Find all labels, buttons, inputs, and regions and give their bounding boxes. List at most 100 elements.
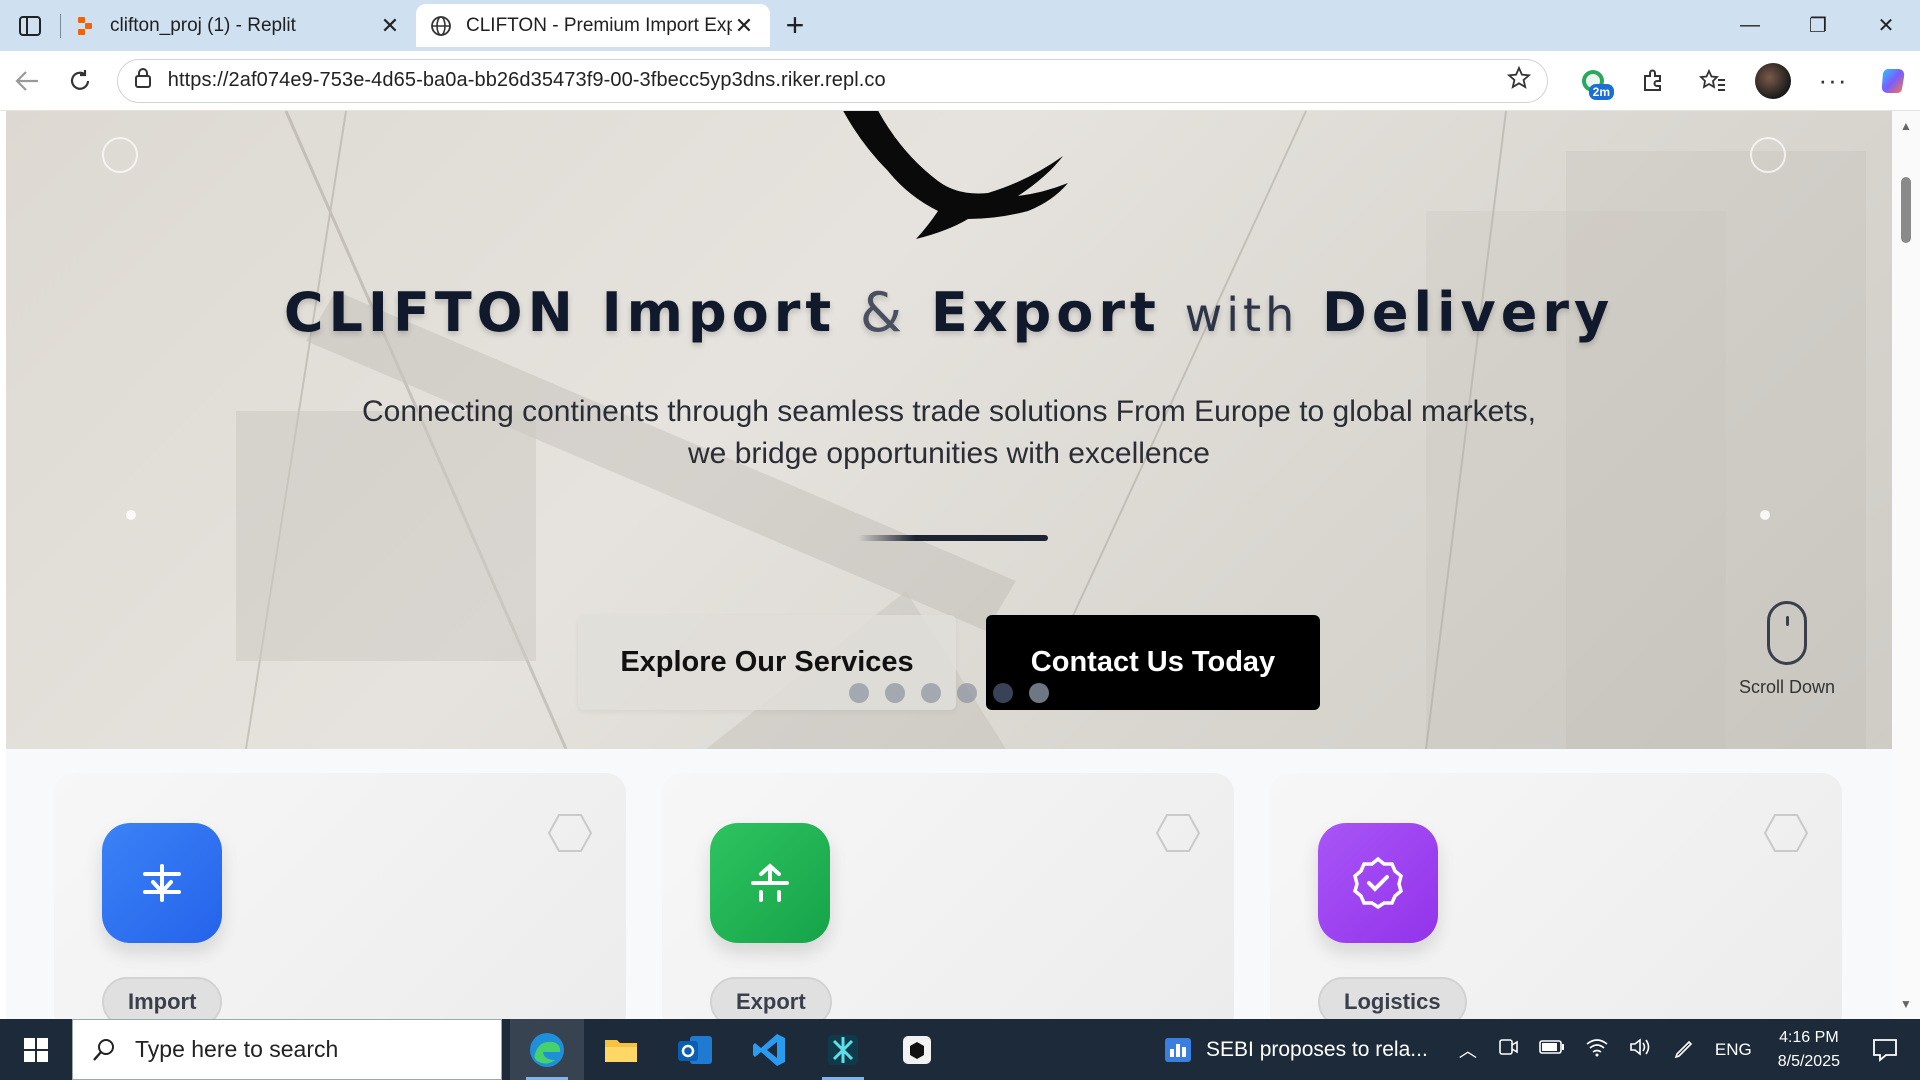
subtitle-line-2: we bridge opportunities with excellence bbox=[688, 437, 1210, 470]
service-card-export[interactable]: Export bbox=[662, 773, 1234, 1019]
language-indicator[interactable]: ENG bbox=[1715, 1040, 1752, 1060]
reload-button[interactable] bbox=[53, 54, 106, 108]
scroll-thumb[interactable] bbox=[1901, 177, 1911, 243]
folder-icon bbox=[605, 1039, 637, 1062]
scroll-down-arrow-icon[interactable]: ▼ bbox=[1900, 997, 1912, 1011]
reload-icon bbox=[70, 69, 90, 90]
back-arrow-icon bbox=[15, 70, 38, 91]
volume-icon[interactable] bbox=[1629, 1037, 1653, 1062]
close-icon[interactable]: ✕ bbox=[732, 13, 756, 38]
chevron-up-icon[interactable]: ︿ bbox=[1459, 1037, 1477, 1063]
taskbar-vscode[interactable] bbox=[732, 1019, 806, 1080]
url-field[interactable]: https://2af074e9-753e-4d65-ba0a-bb26d354… bbox=[116, 58, 1548, 103]
windows-taskbar: Type here to search SEBI proposes to rel… bbox=[0, 1019, 1920, 1080]
page-scrollbar[interactable]: ▲ ▼ bbox=[1892, 111, 1920, 1019]
notification-button[interactable] bbox=[1860, 1019, 1910, 1080]
title-brand: CLIFTON bbox=[283, 281, 578, 344]
wifi-icon[interactable] bbox=[1585, 1037, 1609, 1062]
close-icon[interactable]: ✕ bbox=[378, 13, 402, 38]
extension-timer-button[interactable]: 2m bbox=[1566, 56, 1620, 106]
windows-logo-icon bbox=[24, 1037, 48, 1062]
service-card-import[interactable]: Import bbox=[54, 773, 626, 1019]
more-menu-button[interactable]: ··· bbox=[1806, 56, 1860, 106]
pen-icon[interactable] bbox=[1673, 1036, 1695, 1063]
favorites-button[interactable] bbox=[1686, 56, 1740, 106]
vscode-icon bbox=[753, 1033, 785, 1066]
services-section: Import Export Logistics bbox=[6, 749, 1892, 1019]
carousel-indicators bbox=[849, 683, 1049, 703]
minimize-button[interactable]: — bbox=[1716, 0, 1784, 51]
tab-actions-button[interactable] bbox=[0, 0, 60, 51]
tab-title: CLIFTON - Premium Import Expor bbox=[466, 14, 732, 36]
notification-icon bbox=[1873, 1038, 1897, 1062]
taskbar-file-explorer[interactable] bbox=[584, 1019, 658, 1080]
box-app-icon bbox=[903, 1035, 931, 1064]
browser-tab-bar: clifton_proj (1) - Replit ✕ CLIFTON - Pr… bbox=[0, 0, 1920, 51]
taskbar-edge[interactable] bbox=[510, 1019, 584, 1080]
copilot-button[interactable] bbox=[1866, 56, 1920, 106]
battery-icon[interactable] bbox=[1539, 1039, 1565, 1060]
tab-clifton[interactable]: CLIFTON - Premium Import Expor ✕ bbox=[416, 4, 770, 47]
globe-icon bbox=[430, 15, 452, 37]
title-export: Export bbox=[930, 281, 1161, 344]
hexagon-icon bbox=[1764, 814, 1808, 852]
decor-dot bbox=[126, 510, 136, 520]
service-card-logistics[interactable]: Logistics bbox=[1270, 773, 1842, 1019]
badge-check-icon bbox=[1318, 823, 1438, 943]
news-widget[interactable]: SEBI proposes to rela... bbox=[1164, 1037, 1428, 1063]
scroll-up-arrow-icon[interactable]: ▲ bbox=[1900, 119, 1912, 133]
subtitle-line-1: Connecting continents through seamless t… bbox=[362, 395, 1536, 428]
meet-now-icon[interactable] bbox=[1497, 1036, 1519, 1063]
title-with: with bbox=[1184, 288, 1299, 342]
outlook-icon bbox=[678, 1035, 712, 1064]
page-viewport: CLIFTON Import & Export with Delivery Co… bbox=[6, 111, 1892, 1019]
restore-button[interactable]: ❐ bbox=[1784, 0, 1852, 51]
decor-ring bbox=[102, 137, 138, 173]
taskbar-search-box[interactable]: Type here to search bbox=[72, 1019, 502, 1080]
title-import: Import bbox=[601, 281, 837, 344]
address-bar: https://2af074e9-753e-4d65-ba0a-bb26d354… bbox=[0, 51, 1920, 111]
copilot-icon bbox=[1881, 68, 1905, 93]
taskbar-app-box[interactable] bbox=[880, 1019, 954, 1080]
service-label: Export bbox=[710, 977, 832, 1019]
eagle-logo bbox=[843, 111, 1068, 239]
close-window-button[interactable]: ✕ bbox=[1852, 0, 1920, 51]
hero-title: CLIFTON Import & Export with Delivery bbox=[6, 281, 1892, 344]
system-clock[interactable]: 4:16 PM 8/5/2025 bbox=[1778, 1026, 1840, 1074]
carousel-dot[interactable] bbox=[1029, 683, 1049, 703]
carousel-dot-active[interactable] bbox=[993, 683, 1013, 703]
start-button[interactable] bbox=[0, 1019, 72, 1080]
carousel-dot[interactable] bbox=[885, 683, 905, 703]
service-label: Import bbox=[102, 977, 223, 1019]
mouse-icon bbox=[1767, 601, 1807, 665]
hexagon-icon bbox=[1156, 814, 1200, 852]
scroll-down-hint[interactable]: Scroll Down bbox=[1732, 601, 1842, 698]
edge-icon bbox=[530, 1032, 564, 1067]
tab-title: clifton_proj (1) - Replit bbox=[110, 14, 296, 36]
ellipsis-icon: ··· bbox=[1818, 65, 1848, 95]
lock-icon bbox=[134, 67, 152, 95]
avatar bbox=[1755, 62, 1791, 99]
sidebar-toggle-icon bbox=[19, 15, 41, 36]
new-tab-button[interactable]: + bbox=[770, 0, 820, 51]
news-icon bbox=[1165, 1037, 1191, 1062]
extensions-button[interactable] bbox=[1626, 56, 1680, 106]
carousel-dot[interactable] bbox=[849, 683, 869, 703]
back-button[interactable] bbox=[0, 54, 53, 108]
carousel-dot[interactable] bbox=[921, 683, 941, 703]
favorite-star-icon[interactable] bbox=[1506, 65, 1532, 96]
export-icon bbox=[710, 823, 830, 943]
taskbar-outlook[interactable] bbox=[658, 1019, 732, 1080]
search-placeholder: Type here to search bbox=[135, 1036, 339, 1062]
clock-date: 8/5/2025 bbox=[1777, 1052, 1840, 1070]
taskbar-app-generic[interactable] bbox=[806, 1019, 880, 1080]
extension-badge: 2m bbox=[1588, 83, 1614, 100]
carousel-dot[interactable] bbox=[957, 683, 977, 703]
url-text: https://2af074e9-753e-4d65-ba0a-bb26d354… bbox=[167, 69, 886, 91]
tab-replit[interactable]: clifton_proj (1) - Replit ✕ bbox=[60, 4, 416, 47]
clock-time: 4:16 PM bbox=[1779, 1028, 1839, 1046]
hero-section: CLIFTON Import & Export with Delivery Co… bbox=[6, 111, 1892, 749]
news-headline: SEBI proposes to rela... bbox=[1206, 1037, 1428, 1061]
profile-button[interactable] bbox=[1746, 56, 1800, 106]
replit-icon bbox=[74, 15, 96, 37]
